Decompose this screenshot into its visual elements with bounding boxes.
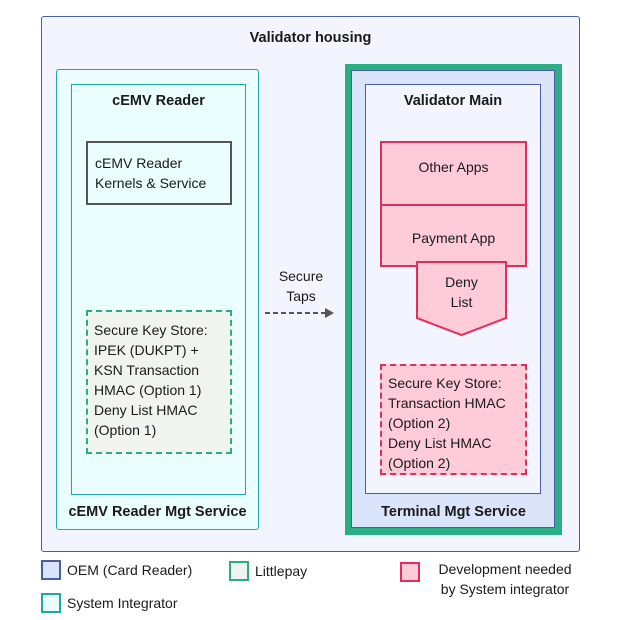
deny-list-line: Deny — [445, 274, 478, 290]
secure-taps-line: Secure — [278, 268, 324, 284]
keystore-line: Secure Key Store: — [388, 375, 502, 391]
keystore-line: (Option 2) — [388, 415, 451, 431]
cemv-reader-mgt-service-title: cEMV Reader Mgt Service — [68, 504, 247, 520]
keystore-line: Secure Key Store: — [94, 322, 208, 338]
legend-dev-line: Development needed — [438, 561, 572, 577]
deny-list-label: Deny List — [417, 272, 506, 312]
keystore-line: (Option 1) — [94, 422, 157, 438]
legend-label-littlepay: Littlepay — [255, 563, 308, 579]
keystore-line: (Option 2) — [388, 455, 451, 471]
legend-swatch-system-integrator — [41, 593, 61, 613]
payment-app-box: Payment App — [380, 204, 527, 267]
deny-list-line: List — [450, 294, 473, 310]
legend-label-development-needed: Development needed by System integrator — [425, 559, 585, 599]
legend-swatch-littlepay — [229, 561, 249, 581]
cemv-kernels-box: cEMV Reader Kernels & Service — [86, 141, 232, 205]
secure-taps-arrow-icon — [265, 308, 334, 318]
terminal-mgt-service-title: Terminal Mgt Service — [381, 504, 526, 520]
legend-label-oem: OEM (Card Reader) — [67, 562, 193, 578]
validator-main-title: Validator Main — [403, 93, 503, 109]
legend-label-system-integrator: System Integrator — [67, 595, 178, 611]
legend-swatch-oem — [41, 560, 61, 580]
legend-dev-line: by System integrator — [440, 581, 570, 597]
keystore-line: HMAC (Option 1) — [94, 382, 202, 398]
littlepay-secure-key-store: Secure Key Store: IPEK (DUKPT) + KSN Tra… — [86, 310, 232, 454]
keystore-line: Deny List HMAC — [388, 435, 492, 451]
kernels-line: cEMV Reader — [95, 155, 183, 171]
secure-taps-line: Taps — [286, 288, 316, 304]
other-apps-box: Other Apps — [380, 141, 527, 206]
legend-swatch-development-needed — [400, 562, 420, 582]
keystore-line: Transaction HMAC — [388, 395, 506, 411]
secure-taps-label: Secure Taps — [258, 266, 344, 306]
keystore-line: IPEK (DUKPT) + — [94, 342, 199, 358]
system-integrator-secure-key-store: Secure Key Store: Transaction HMAC (Opti… — [380, 364, 527, 475]
validator-housing-title: Validator housing — [249, 30, 372, 46]
kernels-line: Kernels & Service — [95, 175, 207, 191]
keystore-line: Deny List HMAC — [94, 402, 198, 418]
keystore-line: KSN Transaction — [94, 362, 200, 378]
cemv-reader-title: cEMV Reader — [112, 93, 205, 109]
